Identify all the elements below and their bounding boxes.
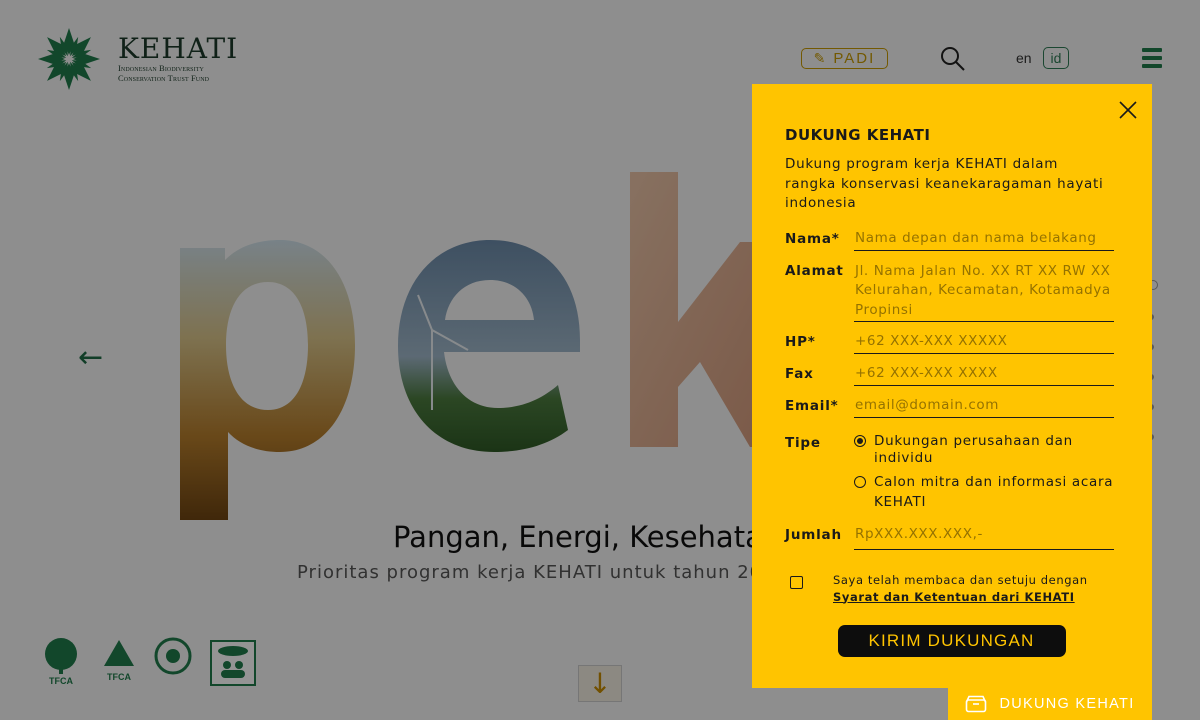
agree-text: Saya telah membaca dan setuju dengan Sya… [833, 572, 1088, 606]
fax-field[interactable] [854, 364, 1114, 386]
kirim-dukungan-button[interactable]: KIRIM DUKUNGAN [837, 624, 1066, 657]
hp-label: HP* [785, 333, 816, 350]
tipe-radio-group: Dukungan perusahaan dan individu Calon m… [854, 433, 1114, 512]
tipe-option-label: Calon mitra dan informasi acara KEHATI [874, 473, 1114, 510]
tipe-option-perusahaan[interactable]: Dukungan perusahaan dan individu [854, 433, 1114, 467]
nama-label: Nama* [785, 230, 840, 247]
box-icon [966, 695, 987, 713]
tipe-option-label: Dukungan perusahaan dan individu [874, 432, 1073, 466]
dukung-modal: DUKUNG KEHATI Dukung program kerja KEHAT… [752, 84, 1152, 688]
jumlah-field[interactable] [854, 525, 1114, 550]
tipe-label: Tipe [785, 434, 821, 451]
terms-agreement: Saya telah membaca dan setuju dengan Sya… [785, 572, 1114, 606]
terms-link[interactable]: Syarat dan Ketentuan dari KEHATI [833, 589, 1088, 606]
alamat-field[interactable] [854, 261, 1114, 322]
radio-unselected-icon[interactable] [854, 475, 866, 488]
agree-checkbox[interactable] [790, 575, 803, 589]
fax-label: Fax [785, 365, 814, 382]
alamat-label: Alamat [785, 262, 844, 279]
jumlah-label: Jumlah [785, 526, 842, 543]
modal-title: DUKUNG KEHATI [785, 126, 931, 144]
email-field[interactable] [854, 396, 1114, 418]
dukung-kehati-tab[interactable]: DUKUNG KEHATI [948, 688, 1152, 720]
agree-statement: Saya telah membaca dan setuju dengan [833, 572, 1088, 587]
tipe-option-mitra[interactable]: Calon mitra dan informasi acara KEHATI [854, 474, 1114, 512]
nama-field[interactable] [854, 229, 1114, 251]
radio-selected-icon[interactable] [854, 434, 866, 447]
hp-field[interactable] [854, 332, 1114, 354]
close-icon[interactable] [1118, 100, 1138, 120]
dukung-tab-label: DUKUNG KEHATI [999, 696, 1135, 712]
modal-description: Dukung program kerja KEHATI dalam rangka… [785, 156, 1104, 211]
email-label: Email* [785, 397, 839, 414]
